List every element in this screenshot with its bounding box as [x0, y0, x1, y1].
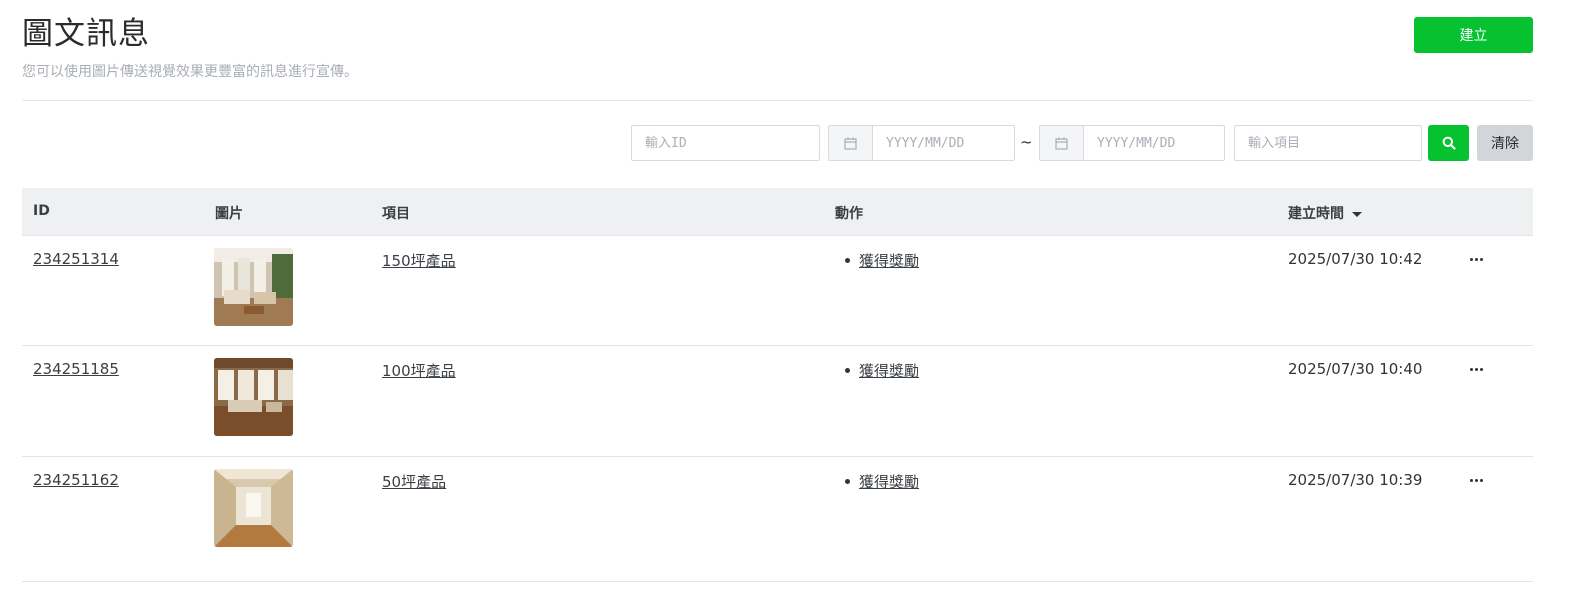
search-button[interactable] — [1428, 125, 1469, 161]
column-header-created: 建立時間 — [1288, 206, 1344, 222]
id-filter-input[interactable] — [632, 127, 819, 159]
row-id-link[interactable]: 234251314 — [33, 250, 119, 268]
row-action-link[interactable]: 獲得獎勵 — [859, 250, 919, 271]
list-bullet — [845, 479, 850, 484]
search-icon — [1442, 136, 1456, 150]
column-header-id: ID — [33, 203, 50, 219]
calendar-icon[interactable] — [1040, 126, 1084, 160]
row-item-link[interactable]: 100坪產品 — [382, 360, 456, 381]
row-created-time: 2025/07/30 10:40 — [1288, 360, 1423, 378]
id-filter — [631, 125, 820, 161]
column-header-item: 項目 — [382, 206, 410, 222]
row-created-time: 2025/07/30 10:42 — [1288, 250, 1423, 268]
row-id-link[interactable]: 234251185 — [33, 360, 119, 378]
row-item-link[interactable]: 50坪產品 — [382, 471, 446, 492]
column-header-created-sort[interactable]: 建立時間 — [1288, 203, 1362, 223]
sort-desc-icon — [1352, 211, 1362, 217]
page-title: 圖文訊息 — [22, 16, 150, 52]
more-options-icon[interactable] — [1470, 258, 1483, 261]
calendar-icon[interactable] — [829, 126, 873, 160]
table-row: 234251314 150坪產品 獲得獎勵 2025/07/30 10:42 — [22, 236, 1533, 346]
filter-bar: ~ 清除 — [0, 125, 1586, 161]
date-to-filter — [1039, 125, 1225, 161]
row-item-link[interactable]: 150坪產品 — [382, 250, 456, 271]
page-subtitle: 您可以使用圖片傳送視覺效果更豐富的訊息進行宣傳。 — [22, 64, 358, 80]
header-divider — [22, 100, 1533, 101]
row-action-link[interactable]: 獲得獎勵 — [859, 360, 919, 381]
table-row: 234251162 50坪產品 獲得獎勵 2025/07/30 10:39 — [22, 457, 1533, 582]
date-to-input[interactable] — [1084, 127, 1224, 159]
item-filter — [1234, 125, 1422, 161]
list-bullet — [845, 258, 850, 263]
column-header-image: 圖片 — [215, 206, 243, 222]
more-options-icon[interactable] — [1470, 368, 1483, 371]
date-from-input[interactable] — [873, 127, 1014, 159]
table-header: ID 圖片 項目 動作 建立時間 — [22, 188, 1533, 236]
date-from-filter — [828, 125, 1015, 161]
table-row: 234251185 100坪產品 獲得獎勵 2025/07/30 10:40 — [22, 346, 1533, 457]
column-header-action: 動作 — [835, 206, 863, 222]
item-filter-input[interactable] — [1235, 127, 1421, 159]
date-range-separator: ~ — [1020, 133, 1033, 151]
create-button[interactable]: 建立 — [1414, 17, 1533, 53]
messages-table: ID 圖片 項目 動作 建立時間 234251314 150坪產品 獲得獎勵 2… — [22, 188, 1533, 582]
row-thumbnail[interactable] — [214, 358, 293, 436]
clear-button[interactable]: 清除 — [1477, 125, 1533, 161]
row-action-link[interactable]: 獲得獎勵 — [859, 471, 919, 492]
row-thumbnail[interactable] — [214, 248, 293, 326]
row-created-time: 2025/07/30 10:39 — [1288, 471, 1423, 489]
more-options-icon[interactable] — [1470, 479, 1483, 482]
row-id-link[interactable]: 234251162 — [33, 471, 119, 489]
row-thumbnail[interactable] — [214, 469, 293, 547]
list-bullet — [845, 368, 850, 373]
